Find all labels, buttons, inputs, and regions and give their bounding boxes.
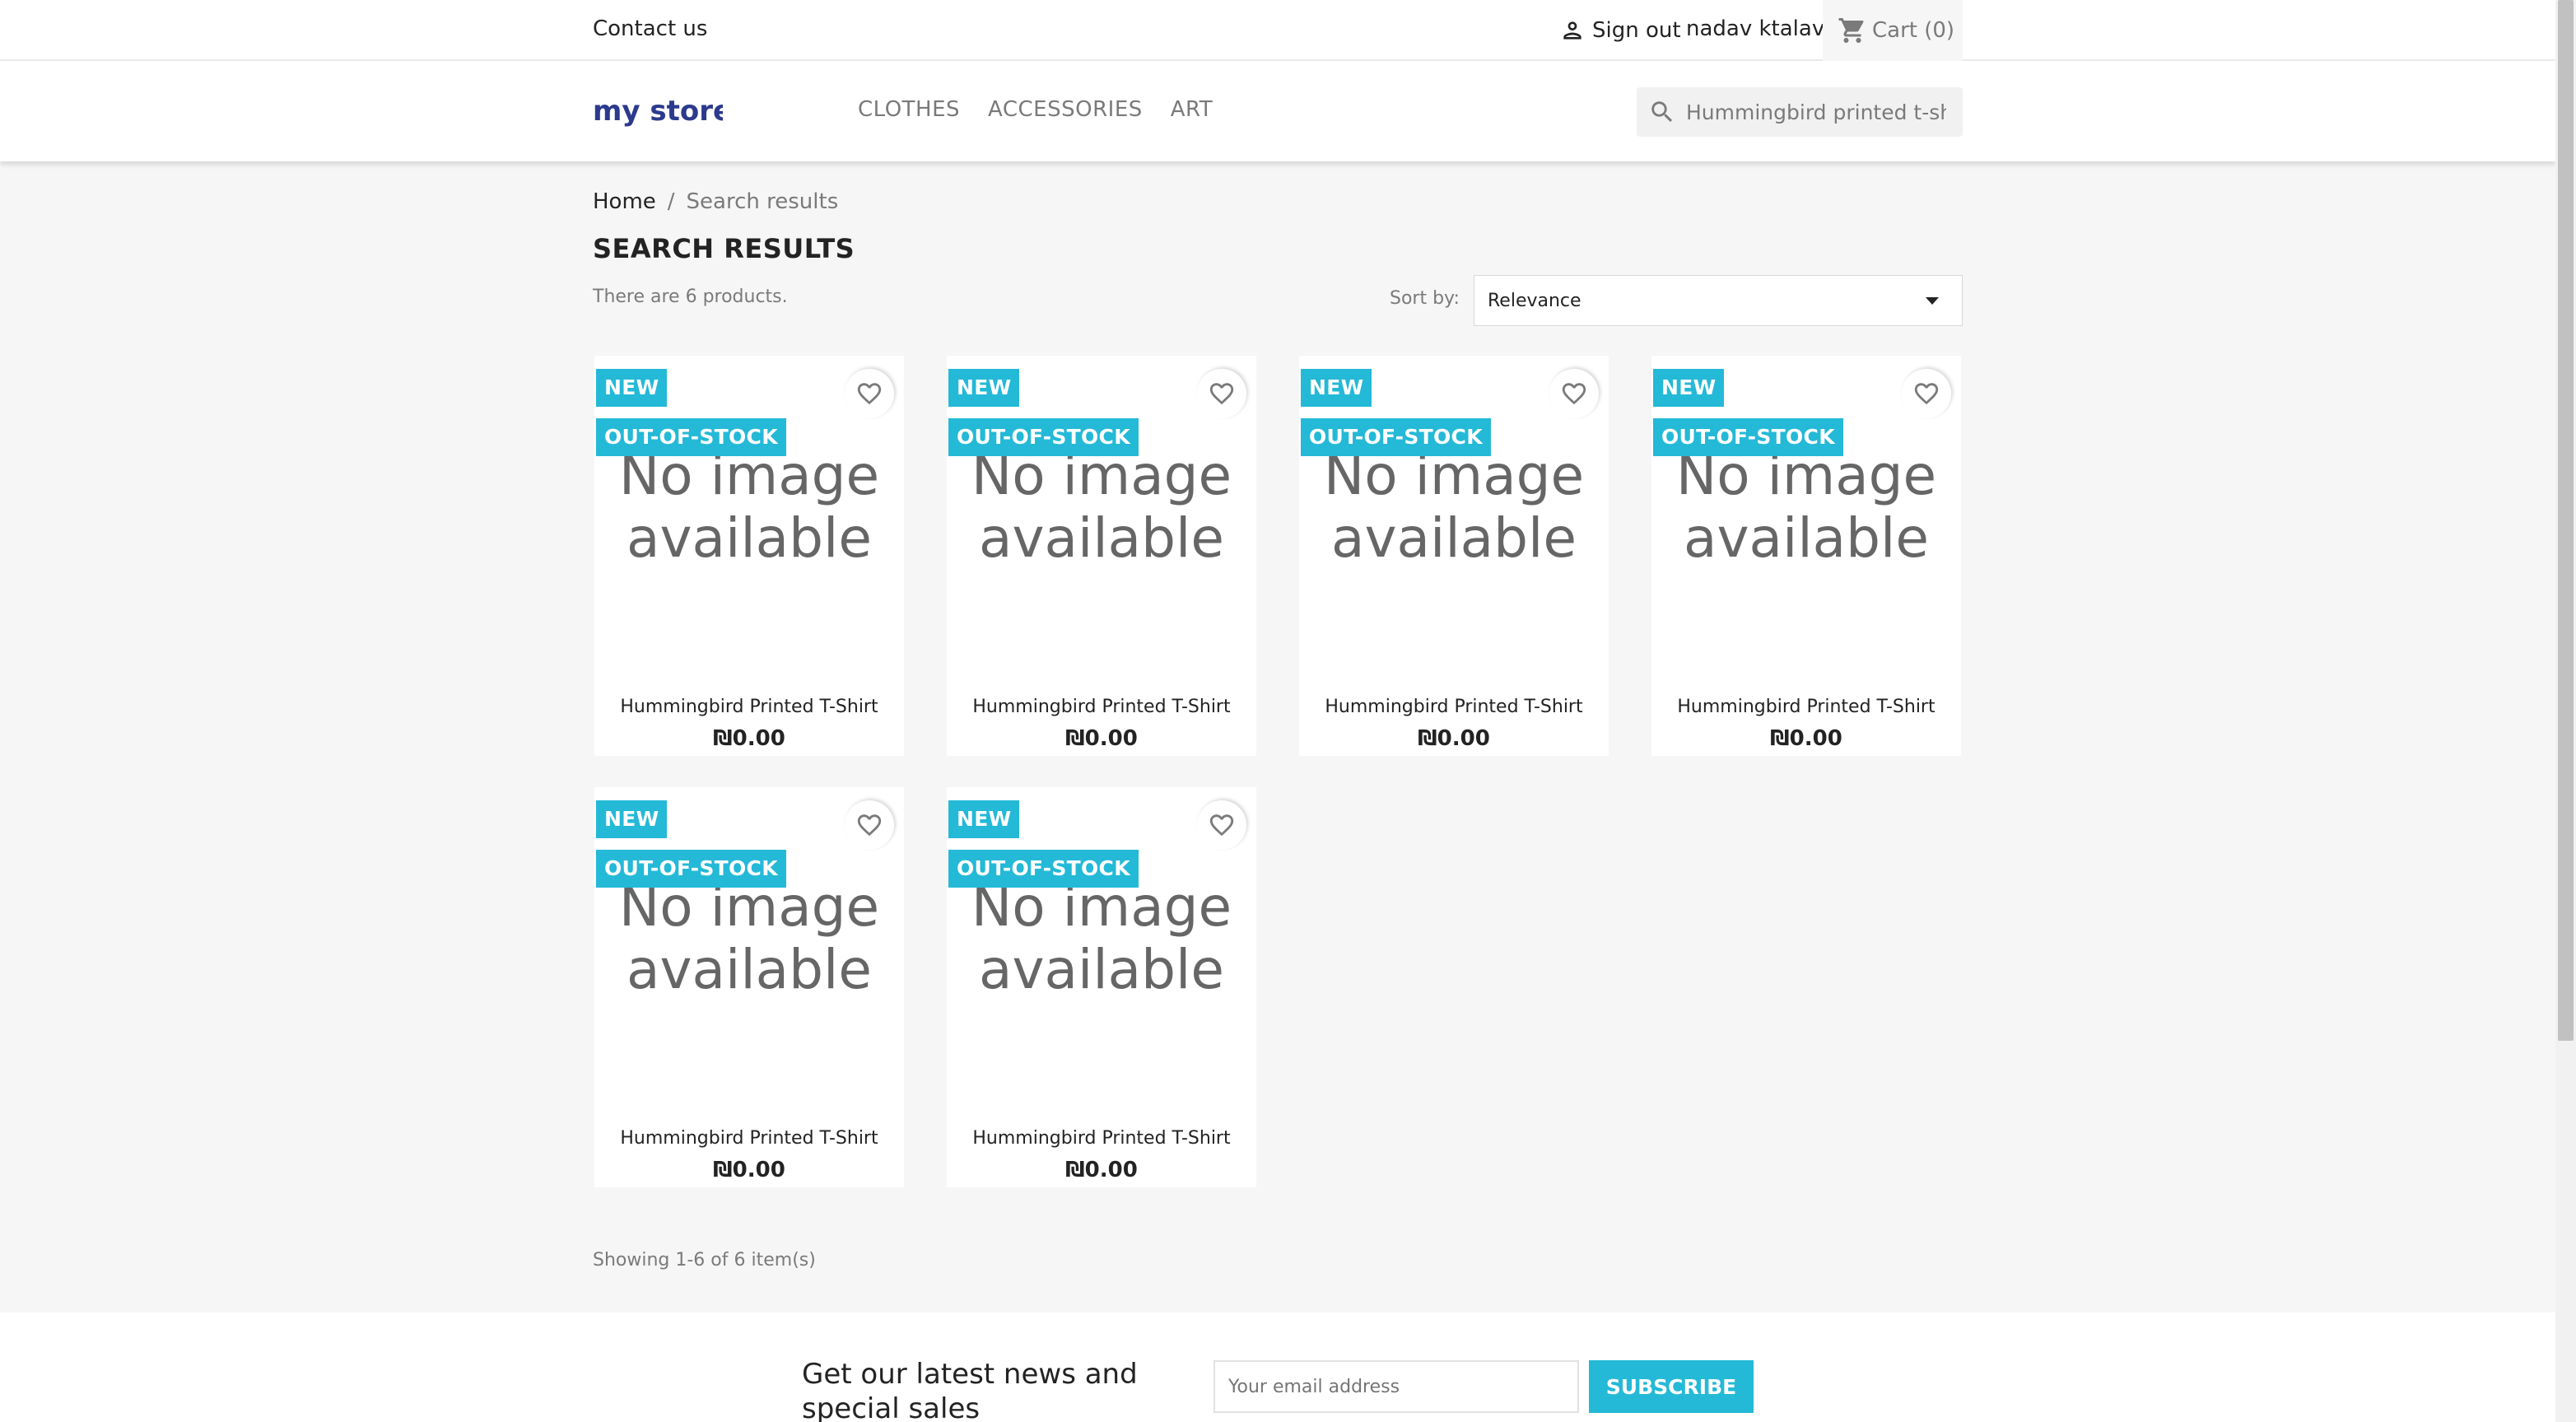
search-icon[interactable] xyxy=(1648,98,1676,126)
newsletter-block: Get our latest news and special sales SU… xyxy=(0,1312,2555,1422)
no-image-placeholder: No image available xyxy=(618,444,880,570)
sign-out-label: Sign out xyxy=(1592,18,1681,43)
wishlist-button[interactable] xyxy=(1549,369,1599,418)
nav-art[interactable]: ART xyxy=(1171,97,1213,122)
out-of-stock-badge: OUT-OF-STOCK xyxy=(948,850,1139,888)
product-price: ₪0.00 xyxy=(1065,1158,1138,1182)
product-name-link[interactable]: Hummingbird Printed T-Shirt xyxy=(1651,697,1961,717)
email-field[interactable] xyxy=(1213,1360,1579,1413)
no-image-placeholder: No image available xyxy=(971,875,1232,1001)
product-card[interactable]: No image available NEW OUT-OF-STOCK Humming… xyxy=(594,787,904,1187)
no-image-placeholder: No image available xyxy=(618,875,880,1001)
contact-us-link[interactable]: Contact us xyxy=(593,16,707,41)
breadcrumb-home[interactable]: Home xyxy=(593,189,656,214)
no-image-placeholder: No image available xyxy=(1675,444,1937,570)
heart-outline-icon xyxy=(1209,383,1234,405)
store-logo[interactable]: my store xyxy=(591,86,723,135)
new-badge: NEW xyxy=(596,369,668,407)
search-input[interactable] xyxy=(1686,100,1946,124)
out-of-stock-badge: OUT-OF-STOCK xyxy=(1653,418,1843,456)
no-image-placeholder: No image available xyxy=(1323,444,1585,570)
product-card[interactable]: No image available NEW OUT-OF-STOCK Humming… xyxy=(947,356,1256,756)
scrollbar[interactable] xyxy=(2555,0,2576,1422)
wishlist-button[interactable] xyxy=(1197,800,1246,850)
heart-outline-icon xyxy=(857,814,882,837)
product-price: ₪0.00 xyxy=(1418,726,1490,751)
wishlist-button[interactable] xyxy=(845,800,894,850)
scrollbar-thumb[interactable] xyxy=(2558,0,2574,1041)
product-count: There are 6 products. xyxy=(593,287,788,307)
page: Contact us Sign out nadav ktalav Cart (0… xyxy=(0,0,2555,1422)
heart-outline-icon xyxy=(1914,383,1939,405)
shopping-cart-icon xyxy=(1838,18,1864,43)
pagination-summary: Showing 1-6 of 6 item(s) xyxy=(593,1250,816,1270)
account-name-link[interactable]: nadav ktalav xyxy=(1686,16,1824,41)
heart-outline-icon xyxy=(1562,383,1586,405)
product-name-link[interactable]: Hummingbird Printed T-Shirt xyxy=(1299,697,1609,717)
product-price: ₪0.00 xyxy=(713,726,785,751)
out-of-stock-badge: OUT-OF-STOCK xyxy=(948,418,1139,456)
cart-label: Cart (0) xyxy=(1872,18,1955,43)
new-badge: NEW xyxy=(596,800,668,838)
product-card[interactable]: No image available NEW OUT-OF-STOCK Humming… xyxy=(1651,356,1961,756)
caret-down-icon xyxy=(1926,297,1939,305)
subscribe-button[interactable]: SUBSCRIBE xyxy=(1589,1360,1754,1413)
product-card[interactable]: No image available NEW OUT-OF-STOCK Humming… xyxy=(947,787,1256,1187)
breadcrumb-current: Search results xyxy=(686,189,839,214)
out-of-stock-badge: OUT-OF-STOCK xyxy=(596,850,786,888)
breadcrumb: Home / Search results xyxy=(593,189,838,214)
main-nav: CLOTHES ACCESSORIES ART xyxy=(858,97,1241,122)
heart-outline-icon xyxy=(1209,814,1234,837)
cart-button[interactable]: Cart (0) xyxy=(1823,0,1963,61)
wishlist-button[interactable] xyxy=(1197,369,1246,418)
heart-outline-icon xyxy=(857,383,882,405)
new-badge: NEW xyxy=(1301,369,1372,407)
logo-text: my store xyxy=(593,95,723,128)
product-card[interactable]: No image available NEW OUT-OF-STOCK Humming… xyxy=(594,356,904,756)
wishlist-button[interactable] xyxy=(845,369,894,418)
search-box xyxy=(1637,87,1963,137)
product-name-link[interactable]: Hummingbird Printed T-Shirt xyxy=(594,697,904,717)
sort-value: Relevance xyxy=(1488,290,1581,311)
new-badge: NEW xyxy=(948,369,1020,407)
no-image-placeholder: No image available xyxy=(971,444,1232,570)
newsletter-title: Get our latest news and special sales xyxy=(802,1358,1138,1422)
wishlist-button[interactable] xyxy=(1902,369,1951,418)
site-header: my store CLOTHES ACCESSORIES ART xyxy=(0,61,2555,161)
person-icon xyxy=(1563,21,1581,40)
product-name-link[interactable]: Hummingbird Printed T-Shirt xyxy=(947,1128,1256,1149)
product-price: ₪0.00 xyxy=(713,1158,785,1182)
product-price: ₪0.00 xyxy=(1770,726,1842,751)
sort-dropdown[interactable]: Relevance xyxy=(1474,275,1963,326)
product-price: ₪0.00 xyxy=(1065,726,1138,751)
product-card[interactable]: No image available NEW OUT-OF-STOCK Humming… xyxy=(1299,356,1609,756)
sort-label: Sort by: xyxy=(1390,288,1460,309)
nav-accessories[interactable]: ACCESSORIES xyxy=(988,97,1143,122)
breadcrumb-separator: / xyxy=(667,189,675,214)
sign-out-link[interactable]: Sign out xyxy=(1559,15,1681,46)
new-badge: NEW xyxy=(1653,369,1725,407)
out-of-stock-badge: OUT-OF-STOCK xyxy=(1301,418,1491,456)
new-badge: NEW xyxy=(948,800,1020,838)
product-name-link[interactable]: Hummingbird Printed T-Shirt xyxy=(594,1128,904,1149)
product-name-link[interactable]: Hummingbird Printed T-Shirt xyxy=(947,697,1256,717)
page-title: SEARCH RESULTS xyxy=(593,233,855,264)
nav-clothes[interactable]: CLOTHES xyxy=(858,97,960,122)
top-bar: Contact us Sign out nadav ktalav Cart (0… xyxy=(0,0,2555,61)
out-of-stock-badge: OUT-OF-STOCK xyxy=(596,418,786,456)
